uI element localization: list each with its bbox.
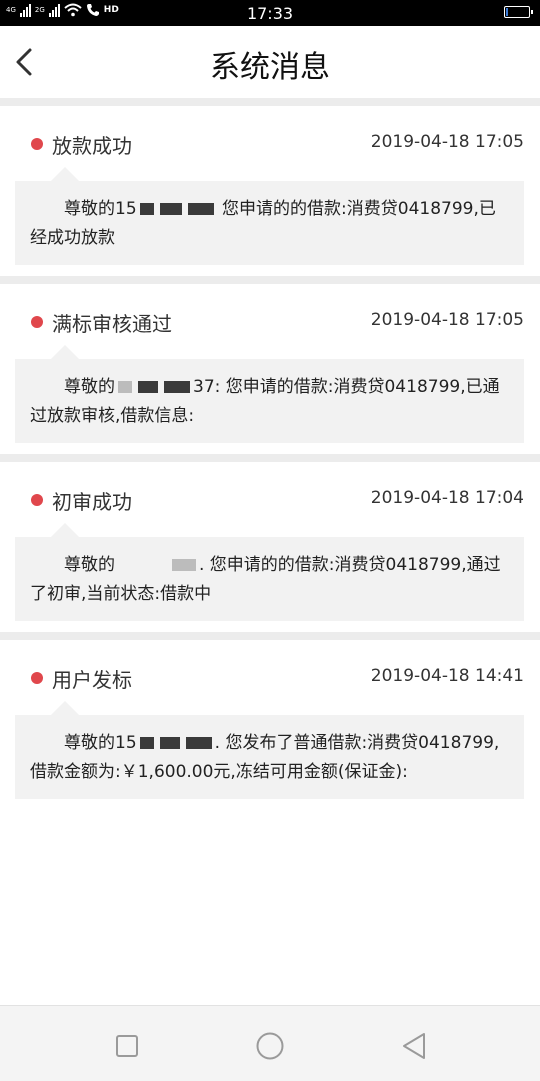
redaction-mark: [139, 737, 154, 749]
message-item[interactable]: 满标审核通过 2019-04-18 17:05 尊敬的 37: 您申请的借款:消费…: [0, 284, 540, 462]
message-time: 2019-04-18 17:05: [370, 132, 524, 152]
message-item[interactable]: 初审成功 2019-04-18 17:04 尊敬的. 您申请的的借款:消费贷04…: [0, 462, 540, 640]
divider: [0, 98, 540, 106]
redaction-mark: [118, 381, 132, 393]
message-text-start: 尊敬的: [64, 377, 115, 397]
message-text-start: 尊敬的: [64, 555, 115, 575]
unread-dot-icon: [31, 494, 43, 506]
message-text-start: 尊敬的15: [64, 733, 137, 753]
circle-icon[interactable]: [250, 1026, 290, 1066]
message-title: 满标审核通过: [52, 312, 172, 336]
message-title: 用户发标: [52, 668, 132, 692]
message-body: 尊敬的. 您申请的的借款:消费贷0418799,通过了初审,当前状态:借款中: [15, 523, 524, 621]
redaction-mark: [159, 203, 182, 215]
battery-icon: [504, 6, 533, 18]
message-title: 初审成功: [52, 490, 132, 514]
redaction-mark: [187, 203, 214, 215]
message-time: 2019-04-18 14:41: [370, 666, 524, 686]
message-body: 尊敬的15. 您发布了普通借款:消费贷0418799,借款金额为:￥1,600.…: [15, 701, 524, 799]
message-item[interactable]: 用户发标 2019-04-18 14:41 尊敬的15. 您发布了普通借款:消费…: [0, 640, 540, 810]
redaction-mark: [139, 203, 154, 215]
redaction-mark: [138, 381, 158, 393]
message-body: 尊敬的15 您申请的的借款:消费贷0418799,已经成功放款: [15, 167, 524, 265]
message-time: 2019-04-18 17:05: [370, 310, 524, 330]
unread-dot-icon: [31, 672, 43, 684]
battery-level: [506, 8, 508, 16]
message-item[interactable]: 放款成功 2019-04-18 17:05 尊敬的15 您申请的的借款:消费贷0…: [0, 106, 540, 284]
message-list: 放款成功 2019-04-18 17:05 尊敬的15 您申请的的借款:消费贷0…: [0, 106, 540, 810]
redaction-mark: [118, 559, 166, 571]
clock: 17:33: [246, 4, 294, 23]
redaction-mark: [159, 737, 180, 749]
message-body: 尊敬的 37: 您申请的借款:消费贷0418799,已通过放款审核,借款信息:: [15, 345, 524, 443]
redaction-mark: [164, 381, 190, 393]
unread-dot-icon: [31, 138, 43, 150]
message-time: 2019-04-18 17:04: [370, 488, 524, 508]
redaction-mark: [172, 559, 196, 571]
app-header: 系统消息: [0, 26, 540, 98]
message-title: 放款成功: [52, 134, 132, 158]
square-icon[interactable]: [107, 1026, 147, 1066]
message-text-start: 尊敬的15: [64, 199, 137, 219]
triangle-back-icon[interactable]: [394, 1026, 434, 1066]
navigation-bar: [0, 1005, 540, 1081]
status-bar: 4G 2G HD 17:33: [0, 0, 540, 26]
unread-dot-icon: [31, 316, 43, 328]
redaction-mark: [185, 737, 212, 749]
page-title: 系统消息: [210, 50, 330, 85]
